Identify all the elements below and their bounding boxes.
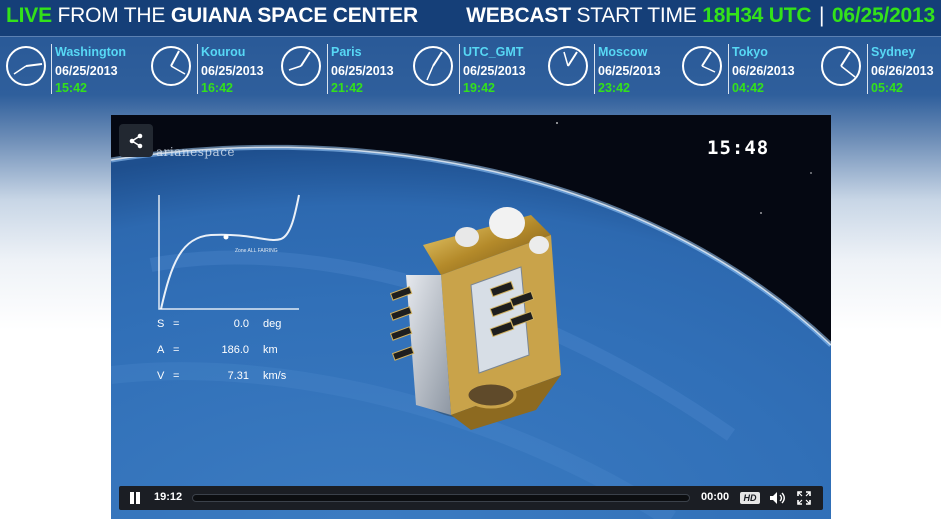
clock-city: Kourou [201,45,246,59]
telemetry-unit: km [263,344,278,356]
start-date: 06/25/2013 [831,4,935,27]
clock-time: 23:42 [598,81,630,95]
clock-time: 16:42 [201,81,233,95]
telemetry-key: S [157,318,165,330]
pause-icon [130,492,134,504]
share-button[interactable] [119,124,153,157]
telemetry-value: 7.31 [227,370,249,382]
clock-time: 05:42 [871,81,903,95]
clock-icon [151,46,191,86]
header-bar: LIVE FROM THE GUIANA SPACE CENTER WEBCAS… [0,0,941,36]
telemetry-key: A [157,344,165,356]
telemetry-eq: = [173,370,180,382]
clock-date: 06/25/2013 [331,64,394,78]
fullscreen-icon[interactable] [797,491,811,505]
clock-icon [548,46,588,86]
clock-divider [327,44,328,94]
telemetry-unit: deg [263,318,282,330]
header-divider [0,36,941,37]
clock-city: Moscow [598,45,648,59]
clock-divider [728,44,729,94]
clock-date: 06/25/2013 [463,64,526,78]
webcast-label: WEBCAST [466,4,571,27]
clock-icon [413,46,453,86]
pause-icon [136,492,140,504]
clock-icon [6,46,46,86]
clock-divider [594,44,595,94]
clock-city: Washington [55,45,127,59]
duration-time: 00:00 [701,491,730,503]
share-icon [129,133,143,148]
volume-icon[interactable] [769,491,787,505]
clock-city: Paris [331,45,362,59]
telemetry-value: 186.0 [221,344,249,356]
clock-time: 19:42 [463,81,495,95]
from-label: FROM THE [57,4,166,27]
clock-city: UTC_GMT [463,45,524,59]
telemetry-eq: = [173,318,180,330]
elapsed-time: 19:12 [154,491,183,503]
webcast-start: WEBCAST START TIME 18H34 UTC | 06/25/201… [466,4,935,28]
clock-divider [51,44,52,94]
seek-bar[interactable] [192,494,690,502]
live-label: LIVE [6,4,52,27]
start-time: 18H34 UTC [702,4,812,27]
clock-date: 06/25/2013 [598,64,661,78]
clock-city: Tokyo [732,45,768,59]
clock-date: 06/25/2013 [201,64,264,78]
clock-date: 06/26/2013 [732,64,795,78]
clock-date: 06/26/2013 [871,64,934,78]
start-time-label: START TIME [576,4,697,27]
arianespace-logo: arianespace [156,145,236,159]
clock-time: 04:42 [732,81,764,95]
header-title: LIVE FROM THE GUIANA SPACE CENTER [6,4,418,28]
clock-divider [459,44,460,94]
clock-date: 06/25/2013 [55,64,118,78]
video-frame [111,115,831,519]
clock-icon [682,46,722,86]
telemetry-eq: = [173,344,180,356]
clock-time: 15:42 [55,81,87,95]
clock-time: 21:42 [331,81,363,95]
graph-label: Zone ALL FAIRING [235,248,278,254]
mission-timer: 15:48 [707,137,770,159]
pause-button[interactable] [129,492,141,504]
telemetry-unit: km/s [263,370,287,382]
video-player[interactable]: arianespace 15:48 Zone ALL FAIRING S = 0… [111,115,831,519]
clock-city: Sydney [871,45,916,59]
telemetry-value: 0.0 [233,318,249,330]
clock-divider [197,44,198,94]
clock-divider [867,44,868,94]
place-label: GUIANA SPACE CENTER [170,4,418,27]
clock-icon [821,46,861,86]
player-controls: 19:12 00:00 HD [119,486,823,510]
clock-icon [281,46,321,86]
hd-toggle[interactable]: HD [740,492,760,504]
header-separator: | [818,4,825,27]
world-clocks: Washington 06/25/2013 15:42 Kourou 06/25… [0,40,941,98]
telemetry-key: V [157,370,165,382]
